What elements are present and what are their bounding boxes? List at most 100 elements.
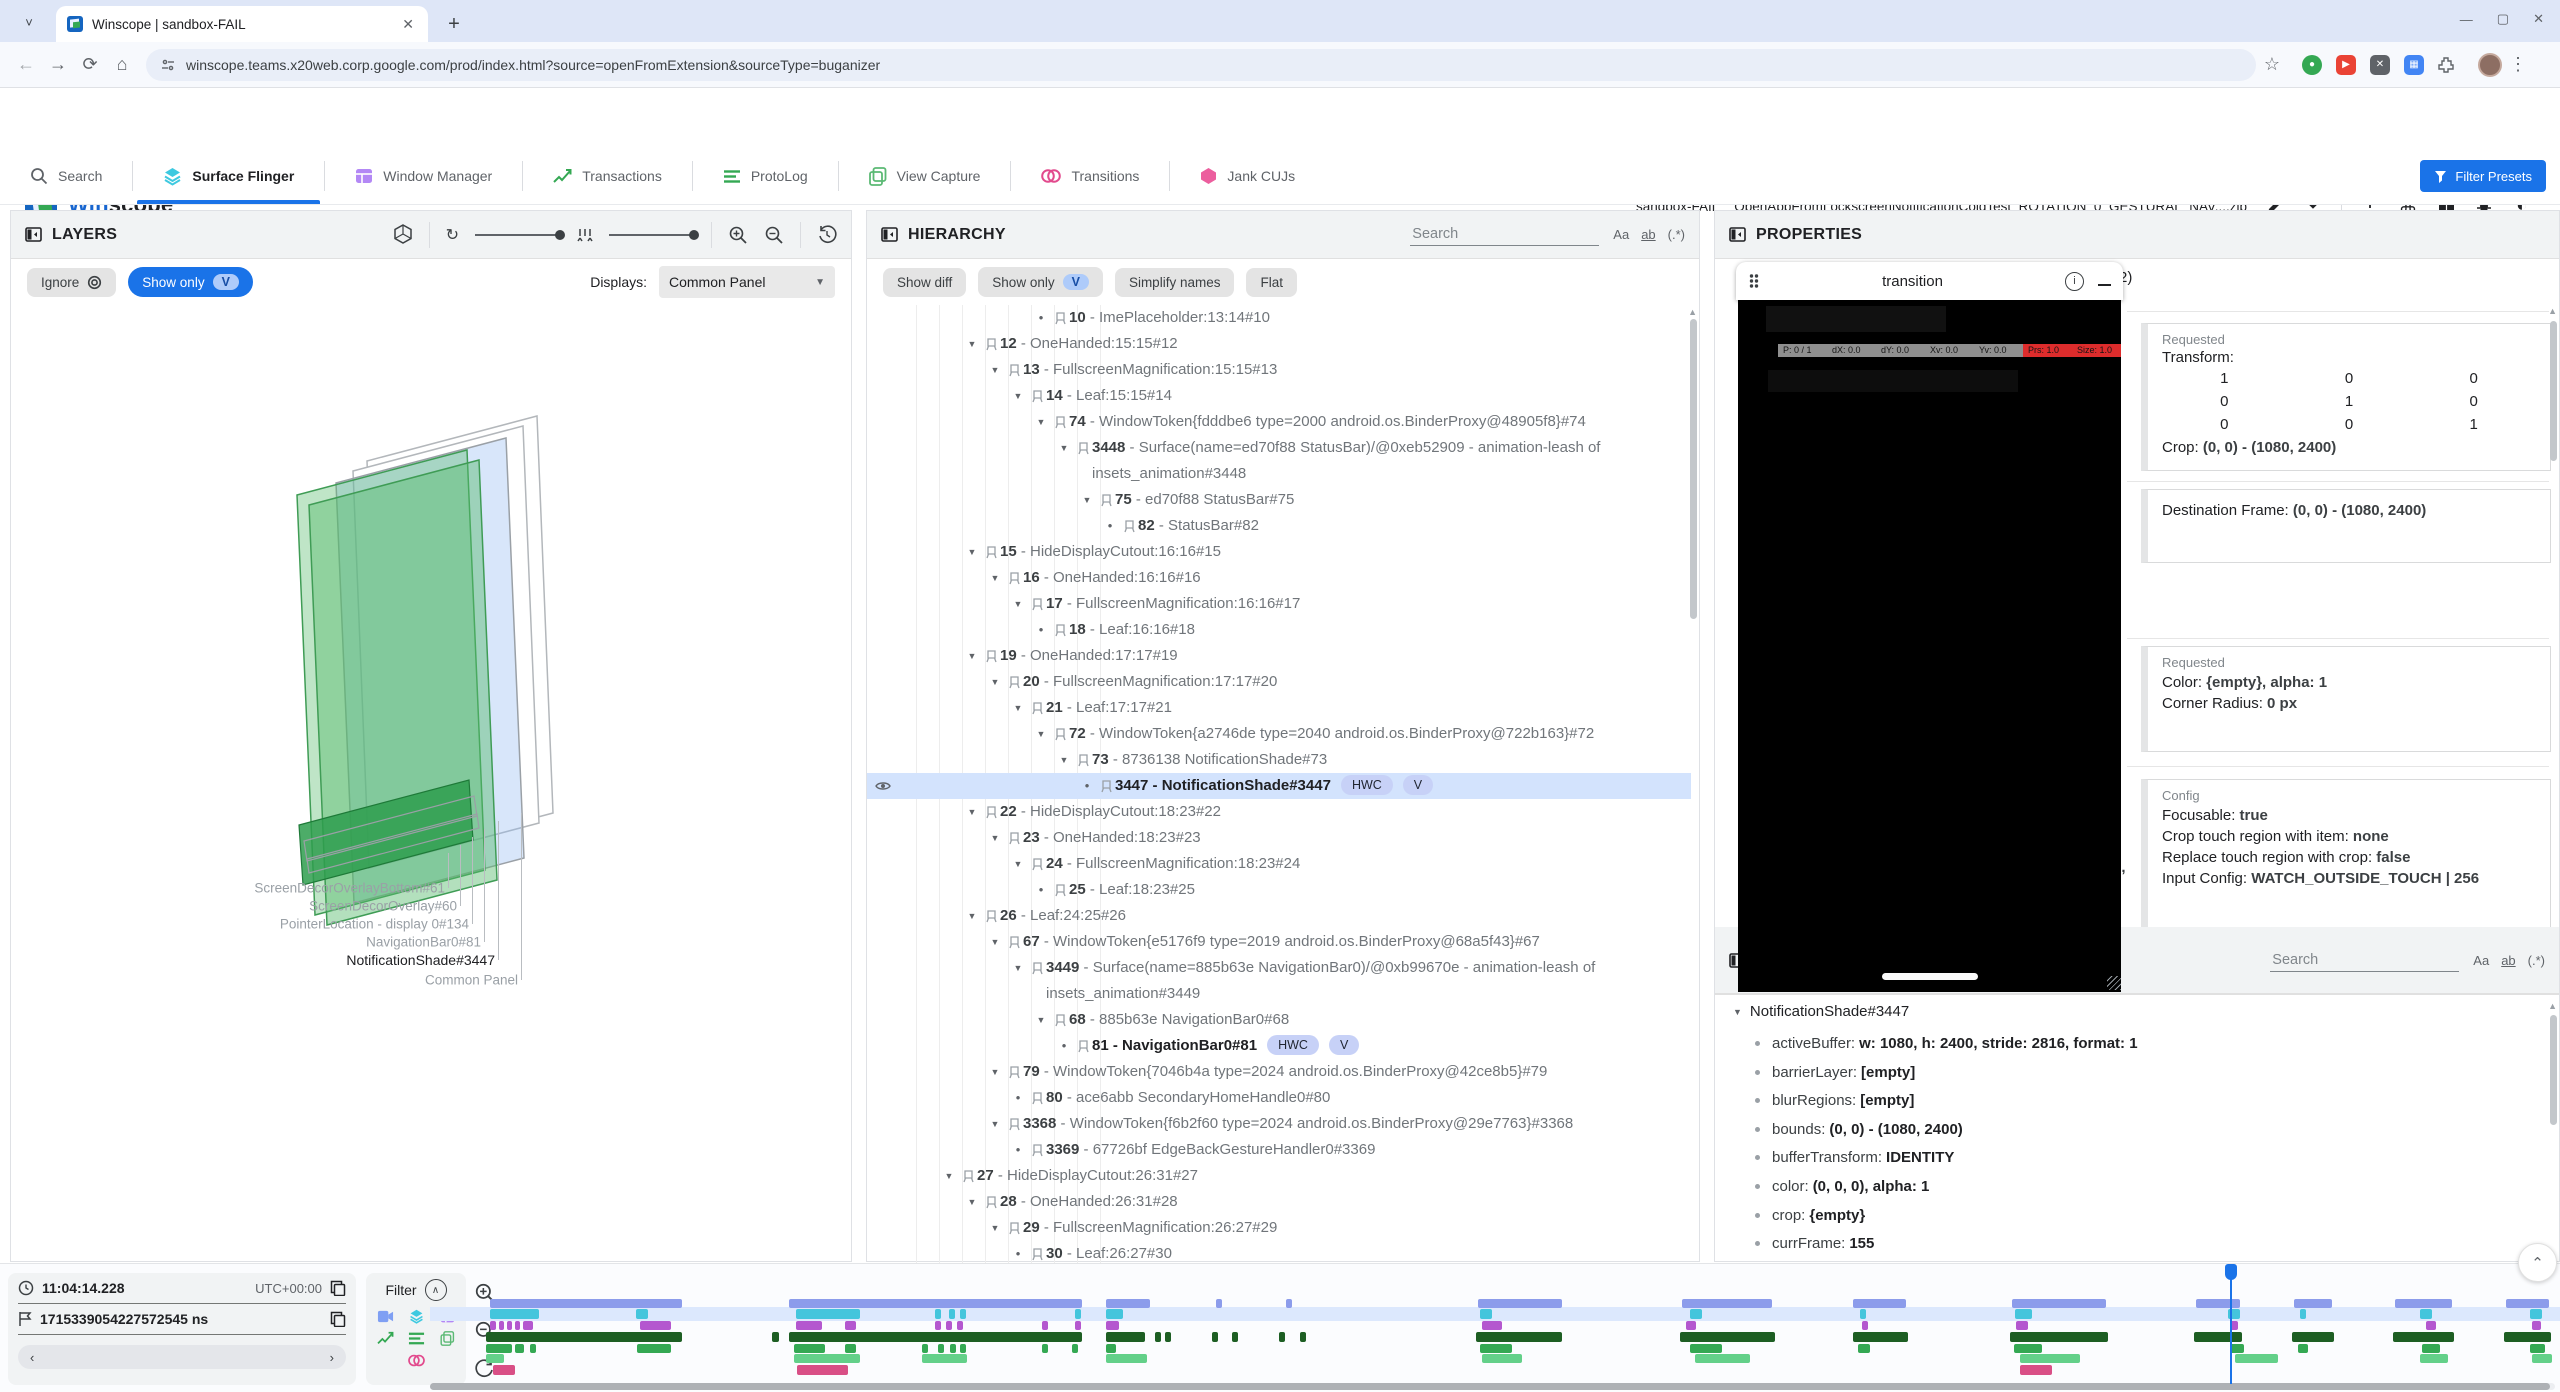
viewcapture-track-segment[interactable] bbox=[922, 1354, 967, 1363]
jank-track-segment[interactable] bbox=[493, 1365, 515, 1375]
refresh-icon[interactable]: ⟳ bbox=[74, 49, 106, 81]
protolog-track-segment[interactable] bbox=[789, 1332, 1082, 1342]
pin-icon[interactable] bbox=[1051, 877, 1069, 897]
windowmanager-track-segment[interactable] bbox=[2426, 1321, 2436, 1330]
chip-simplify-names[interactable]: Simplify names bbox=[1115, 268, 1235, 297]
tab-search[interactable]: Search bbox=[0, 148, 132, 204]
tree-node-81[interactable]: •81 - NavigationBar0#81HWCV bbox=[867, 1033, 1691, 1059]
transitions-track-segment[interactable] bbox=[2422, 1344, 2440, 1353]
transition-preview-window[interactable]: transition i P: 0 / 1dX: 0.0dY: 0.0Xv: 0… bbox=[1736, 262, 2123, 992]
viewcapture-track-segment[interactable] bbox=[2420, 1354, 2448, 1363]
collapse-panel-icon[interactable] bbox=[25, 227, 42, 242]
surfaceflinger-track-segment[interactable] bbox=[1106, 1309, 1123, 1319]
extension-red-icon[interactable]: ▶ bbox=[2336, 55, 2356, 75]
forward-icon[interactable]: → bbox=[42, 49, 74, 81]
protolog-track-segment[interactable] bbox=[1300, 1332, 1306, 1342]
tab-jank[interactable]: Jank CUJs bbox=[1170, 148, 1325, 204]
tab-search-chevron-icon[interactable]: ˅ bbox=[16, 9, 42, 35]
expand-timeline-button[interactable]: ⌃ bbox=[2518, 1243, 2557, 1282]
windowmanager-track-segment[interactable] bbox=[1862, 1321, 1868, 1330]
transactions-track-segment[interactable] bbox=[1853, 1299, 1906, 1308]
transactions-track-segment[interactable] bbox=[1286, 1299, 1292, 1308]
maximize-window-icon[interactable]: ▢ bbox=[2497, 11, 2509, 27]
transitions-track-segment[interactable] bbox=[2298, 1344, 2308, 1353]
hierarchy-scrollbar[interactable] bbox=[1690, 319, 1697, 619]
pin-icon[interactable] bbox=[1005, 357, 1023, 377]
viewcapture-track-segment[interactable] bbox=[2532, 1354, 2552, 1363]
expand-chevron-icon[interactable]: ▼ bbox=[1008, 383, 1028, 409]
extension-gray-icon[interactable]: ✕ bbox=[2370, 55, 2390, 75]
transactions-track-segment[interactable] bbox=[1106, 1299, 1150, 1308]
pin-icon[interactable] bbox=[1028, 1137, 1046, 1157]
windowmanager-track-segment[interactable] bbox=[640, 1321, 671, 1330]
transactions-track-segment[interactable] bbox=[2294, 1299, 2332, 1308]
expand-chevron-icon[interactable]: ▼ bbox=[1008, 955, 1028, 981]
transitions-track-segment[interactable] bbox=[794, 1344, 825, 1353]
viewcapture-track-segment[interactable] bbox=[1106, 1354, 1147, 1363]
transitions-track-segment[interactable] bbox=[1106, 1344, 1116, 1353]
site-settings-icon[interactable] bbox=[160, 57, 176, 73]
property-row-activeBuffer[interactable]: activeBuffer:w: 1080, h: 2400, stride: 2… bbox=[1755, 1035, 2138, 1052]
tree-node-12[interactable]: ▼12 - OneHanded:15:15#12 bbox=[867, 331, 1691, 357]
transactions-track-segment[interactable] bbox=[2395, 1299, 2452, 1308]
transactions-track-segment[interactable] bbox=[490, 1299, 682, 1308]
tree-node-25[interactable]: •25 - Leaf:18:23#25 bbox=[867, 877, 1691, 903]
surfaceflinger-track-segment[interactable] bbox=[2015, 1309, 2032, 1319]
tree-node-82[interactable]: •82 - StatusBar#82 bbox=[867, 513, 1691, 539]
tree-node-22[interactable]: ▼22 - HideDisplayCutout:18:23#22 bbox=[867, 799, 1691, 825]
expand-chevron-icon[interactable]: ▼ bbox=[1054, 435, 1074, 461]
pin-icon[interactable] bbox=[1005, 929, 1023, 949]
current-root-node[interactable]: ▼NotificationShade#3447 bbox=[1733, 1003, 1909, 1020]
protolog-track-segment[interactable] bbox=[1279, 1332, 1285, 1342]
viewcapture-track-segment[interactable] bbox=[486, 1354, 504, 1363]
expand-chevron-icon[interactable]: ▼ bbox=[985, 669, 1005, 695]
tab-sf[interactable]: Surface Flinger bbox=[133, 148, 324, 204]
scroll-up-icon[interactable]: ▲ bbox=[2548, 306, 2557, 316]
windowmanager-track-segment[interactable] bbox=[490, 1321, 496, 1330]
windowmanager-track-segment[interactable] bbox=[1686, 1321, 1696, 1330]
transition-window-titlebar[interactable]: transition i bbox=[1736, 262, 2123, 300]
transactions-track-segment[interactable] bbox=[2506, 1299, 2549, 1308]
pin-icon[interactable] bbox=[982, 1189, 1000, 1209]
viewcapture-track-segment[interactable] bbox=[2020, 1354, 2080, 1363]
transactions-track-segment[interactable] bbox=[1682, 1299, 1772, 1308]
transitions-track-segment[interactable] bbox=[1858, 1344, 1870, 1353]
tree-node-3449[interactable]: ▼3449 - Surface(name=885b63e NavigationB… bbox=[867, 955, 1691, 1007]
tree-node-14[interactable]: ▼14 - Leaf:15:15#14 bbox=[867, 383, 1691, 409]
pin-icon[interactable] bbox=[1028, 695, 1046, 715]
expand-chevron-icon[interactable]: ▼ bbox=[962, 539, 982, 565]
timeline-hscrollbar[interactable] bbox=[430, 1383, 2555, 1390]
expand-chevron-icon[interactable]: ▼ bbox=[985, 1059, 1005, 1085]
tab-close-icon[interactable]: ✕ bbox=[398, 16, 418, 33]
protolog-track-segment[interactable] bbox=[1476, 1332, 1562, 1342]
pin-icon[interactable] bbox=[1028, 955, 1046, 975]
tree-node-16[interactable]: ▼16 - OneHanded:16:16#16 bbox=[867, 565, 1691, 591]
tree-node-24[interactable]: ▼24 - FullscreenMagnification:18:23#24 bbox=[867, 851, 1691, 877]
tree-node-18[interactable]: •18 - Leaf:16:16#18 bbox=[867, 617, 1691, 643]
layers-3d-canvas[interactable]: ScreenDecorOverlayBottom#61ScreenDecorOv… bbox=[11, 305, 851, 1261]
expand-chevron-icon[interactable]: ▼ bbox=[1008, 591, 1028, 617]
expand-chevron-icon[interactable]: ▼ bbox=[985, 929, 1005, 955]
tree-node-19[interactable]: ▼19 - OneHanded:17:17#19 bbox=[867, 643, 1691, 669]
browser-menu-kebab-icon[interactable]: ⋮ bbox=[2502, 49, 2534, 81]
expand-chevron-icon[interactable]: ▼ bbox=[1031, 721, 1051, 747]
tree-node-74[interactable]: ▼74 - WindowToken{fdddbe6 type=2000 andr… bbox=[867, 409, 1691, 435]
extension-green-icon[interactable]: ● bbox=[2302, 55, 2322, 75]
protolog-track-segment[interactable] bbox=[772, 1332, 779, 1342]
windowmanager-track-segment[interactable] bbox=[946, 1321, 952, 1330]
transitions-track-segment[interactable] bbox=[922, 1344, 928, 1353]
collapse-panel-icon[interactable] bbox=[881, 227, 898, 242]
expand-chevron-icon[interactable]: ▼ bbox=[962, 331, 982, 357]
windowmanager-track-segment[interactable] bbox=[957, 1321, 963, 1330]
tree-node-30[interactable]: •30 - Leaf:26:27#30 bbox=[867, 1241, 1691, 1263]
surfaceflinger-track-segment[interactable] bbox=[636, 1309, 648, 1319]
spacing-slider[interactable] bbox=[609, 234, 695, 236]
pin-icon[interactable] bbox=[1005, 825, 1023, 845]
transitions-track-segment[interactable] bbox=[2230, 1344, 2244, 1353]
expand-chevron-icon[interactable]: ▼ bbox=[1077, 487, 1097, 513]
tree-node-20[interactable]: ▼20 - FullscreenMagnification:17:17#20 bbox=[867, 669, 1691, 695]
filter-presets-button[interactable]: Filter Presets bbox=[2420, 160, 2546, 192]
tab-transitions[interactable]: Transitions bbox=[1011, 148, 1169, 204]
expand-chevron-icon[interactable]: ▼ bbox=[1008, 695, 1028, 721]
windowmanager-track-segment[interactable] bbox=[507, 1321, 512, 1330]
